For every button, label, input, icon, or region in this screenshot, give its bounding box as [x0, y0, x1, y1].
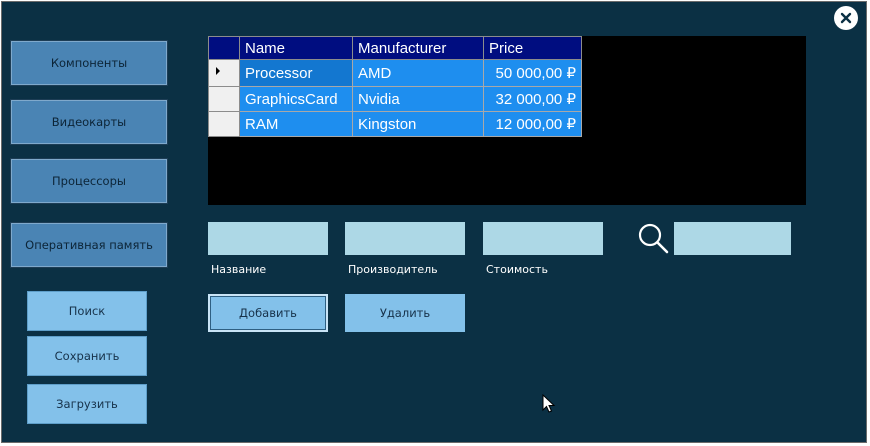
manufacturer-input[interactable] [345, 222, 465, 255]
cell-manufacturer[interactable]: AMD [352, 59, 484, 87]
data-grid[interactable]: Name Manufacturer Price Processor AMD 50… [208, 36, 806, 205]
cell-name[interactable]: GraphicsCard [239, 86, 353, 112]
close-icon [840, 12, 852, 24]
row-header[interactable] [208, 86, 240, 112]
row-header-corner [208, 36, 240, 60]
add-button[interactable]: Добавить [208, 294, 328, 332]
delete-button[interactable]: Удалить [345, 294, 465, 332]
cell-price[interactable]: 50 000,00 ₽ [483, 59, 582, 87]
nav-cpus-button[interactable]: Процессоры [10, 158, 168, 204]
nav-ram-button[interactable]: Оперативная память [10, 222, 168, 268]
cell-name[interactable]: RAM [239, 111, 353, 137]
manufacturer-label: Производитель [348, 263, 438, 276]
load-button[interactable]: Загрузить [27, 384, 147, 424]
price-label: Стоимость [486, 263, 548, 276]
price-input[interactable] [483, 222, 603, 255]
column-header-price[interactable]: Price [483, 36, 582, 60]
cell-price[interactable]: 32 000,00 ₽ [483, 86, 582, 112]
table-header-row: Name Manufacturer Price [208, 36, 582, 60]
search-button[interactable]: Поиск [27, 291, 147, 331]
row-header[interactable] [208, 111, 240, 137]
nav-components-button[interactable]: Компоненты [10, 40, 168, 86]
row-header[interactable] [208, 59, 240, 87]
cell-manufacturer[interactable]: Nvidia [352, 86, 484, 112]
cell-price[interactable]: 12 000,00 ₽ [483, 111, 582, 137]
save-button[interactable]: Сохранить [27, 336, 147, 376]
cell-name[interactable]: Processor [239, 59, 353, 87]
name-label: Название [211, 263, 267, 276]
column-header-name[interactable]: Name [239, 36, 353, 60]
search-icon[interactable] [636, 221, 670, 255]
main-window: Компоненты Видеокарты Процессоры Операти… [1, 1, 867, 443]
search-input[interactable] [674, 222, 791, 255]
nav-gpus-button[interactable]: Видеокарты [10, 99, 168, 145]
mouse-cursor-icon [542, 394, 556, 413]
data-table: Name Manufacturer Price Processor AMD 50… [208, 36, 582, 137]
row-pointer-icon [216, 67, 220, 75]
table-row[interactable]: GraphicsCard Nvidia 32 000,00 ₽ [208, 86, 582, 112]
name-input[interactable] [208, 222, 328, 255]
table-row[interactable]: Processor AMD 50 000,00 ₽ [208, 59, 582, 87]
table-row[interactable]: RAM Kingston 12 000,00 ₽ [208, 111, 582, 137]
column-header-manufacturer[interactable]: Manufacturer [352, 36, 484, 60]
close-button[interactable] [834, 6, 858, 30]
cell-manufacturer[interactable]: Kingston [352, 111, 484, 137]
